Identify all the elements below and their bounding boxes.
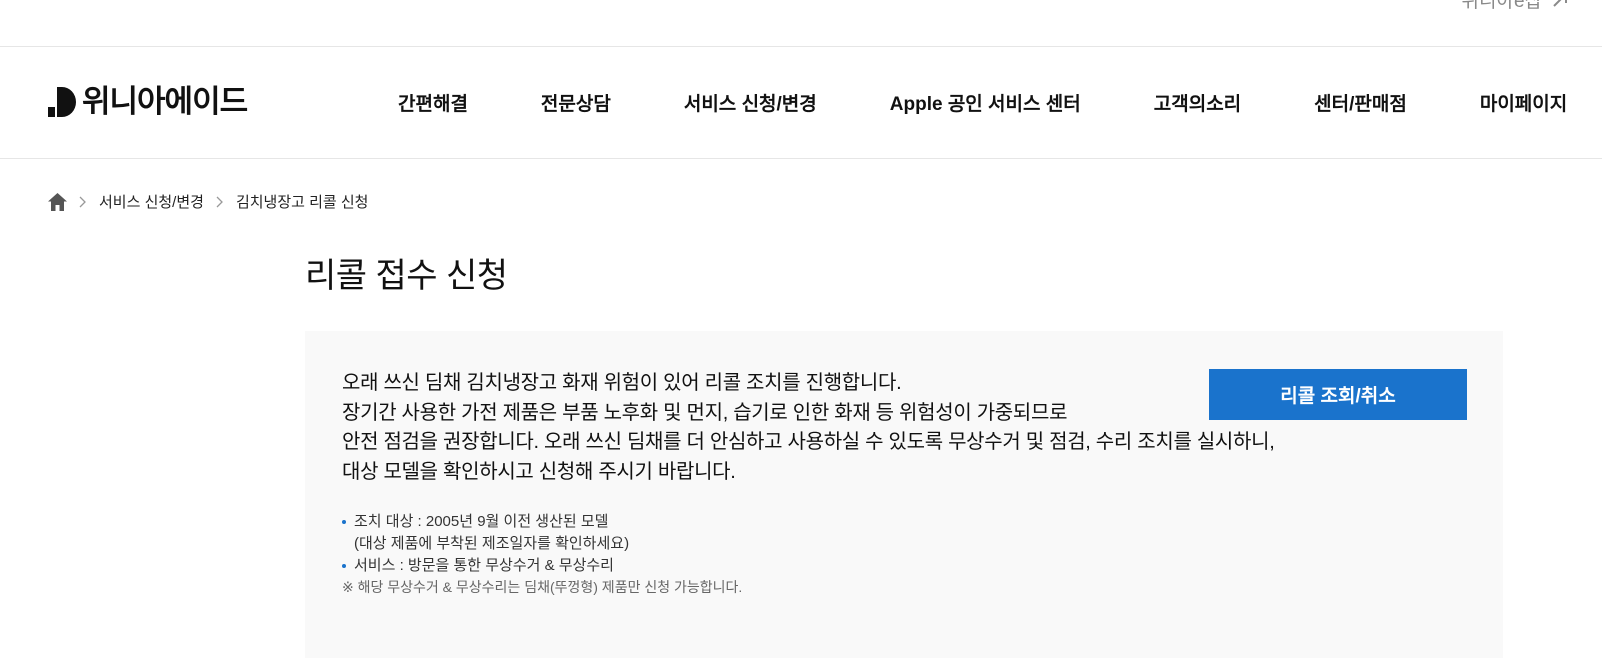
recall-lookup-cancel-button[interactable]: 리콜 조회/취소 xyxy=(1209,369,1467,420)
home-icon[interactable] xyxy=(48,192,67,211)
nav-item-customer-voice[interactable]: 고객의소리 xyxy=(1154,89,1241,116)
nav-item-apple-service[interactable]: Apple 공인 서비스 센터 xyxy=(890,89,1081,116)
target-model-text: 조치 대상 : 2005년 9월 이전 생산된 모델 xyxy=(354,513,609,530)
chevron-right-icon xyxy=(79,196,86,207)
list-item: (대상 제품에 부착된 제조일자를 확인하세요) xyxy=(342,533,629,555)
intro-line: 대상 모델을 확인하시고 신청해 주시기 바랍니다. xyxy=(342,460,736,483)
chevron-right-icon xyxy=(216,196,223,207)
breadcrumb-item-service[interactable]: 서비스 신청/변경 xyxy=(99,191,204,212)
breadcrumb: 서비스 신청/변경 김치냉장고 리콜 신청 xyxy=(48,191,368,212)
recall-notice-box: 오래 쓰신 딤채 김치냉장고 화재 위험이 있어 리콜 조치를 진행합니다. 장… xyxy=(305,331,1503,658)
nav-item-quick-solve[interactable]: 간편해결 xyxy=(398,89,468,116)
arrow-up-right-icon xyxy=(1553,0,1567,7)
list-item: 서비스 : 방문을 통한 무상수거 & 무상수리 xyxy=(342,555,629,577)
nav-item-centers[interactable]: 센터/판매점 xyxy=(1314,89,1407,116)
logo[interactable]: 위니아에이드 xyxy=(48,84,248,119)
nav-item-mypage[interactable]: 마이페이지 xyxy=(1480,89,1567,116)
global-nav: 간편해결 전문상담 서비스 신청/변경 Apple 공인 서비스 센터 고객의소… xyxy=(398,47,1602,158)
eshop-link-label: 위니아e샵 xyxy=(1461,0,1543,12)
footnote: ※ 해당 무상수거 & 무상수리는 딤채(뚜껑형) 제품만 신청 가능합니다. xyxy=(342,579,743,595)
list-item: 조치 대상 : 2005년 9월 이전 생산된 모델 xyxy=(342,511,629,533)
intro-line: 안전 점검을 권장합니다. 오래 쓰신 딤채를 더 안심하고 사용하실 수 있도… xyxy=(342,431,1275,453)
nav-item-service-request[interactable]: 서비스 신청/변경 xyxy=(684,89,817,116)
page-title: 리콜 접수 신청 xyxy=(305,257,508,295)
recall-details-list: 조치 대상 : 2005년 9월 이전 생산된 모델 (대상 제품에 부착된 제… xyxy=(342,511,629,577)
service-text: 서비스 : 방문을 통한 무상수거 & 무상수리 xyxy=(354,557,614,574)
intro-text: 오래 쓰신 딤채 김치냉장고 화재 위험이 있어 리콜 조치를 진행합니다. 장… xyxy=(342,369,1275,487)
intro-line: 오래 쓰신 딤채 김치냉장고 화재 위험이 있어 리콜 조치를 진행합니다. xyxy=(342,372,902,394)
eshop-link[interactable]: 위니아e샵 xyxy=(1462,0,1571,13)
logo-text: 위니아에이드 xyxy=(82,84,248,119)
target-model-subtext: (대상 제품에 부착된 제조일자를 확인하세요) xyxy=(354,535,630,552)
bullet-dot-icon xyxy=(342,520,346,524)
nav-item-consultation[interactable]: 전문상담 xyxy=(541,89,611,116)
utility-bar: 위니아e샵 xyxy=(0,0,1602,47)
bullet-dot-icon xyxy=(342,564,346,568)
breadcrumb-item-current[interactable]: 김치냉장고 리콜 신청 xyxy=(236,191,369,212)
intro-line: 장기간 사용한 가전 제품은 부품 노후화 및 먼지, 습기로 인한 화재 등 … xyxy=(342,401,1068,424)
main-header: 위니아에이드 간편해결 전문상담 서비스 신청/변경 Apple 공인 서비스 … xyxy=(0,47,1602,159)
logo-mark-icon xyxy=(48,87,76,117)
